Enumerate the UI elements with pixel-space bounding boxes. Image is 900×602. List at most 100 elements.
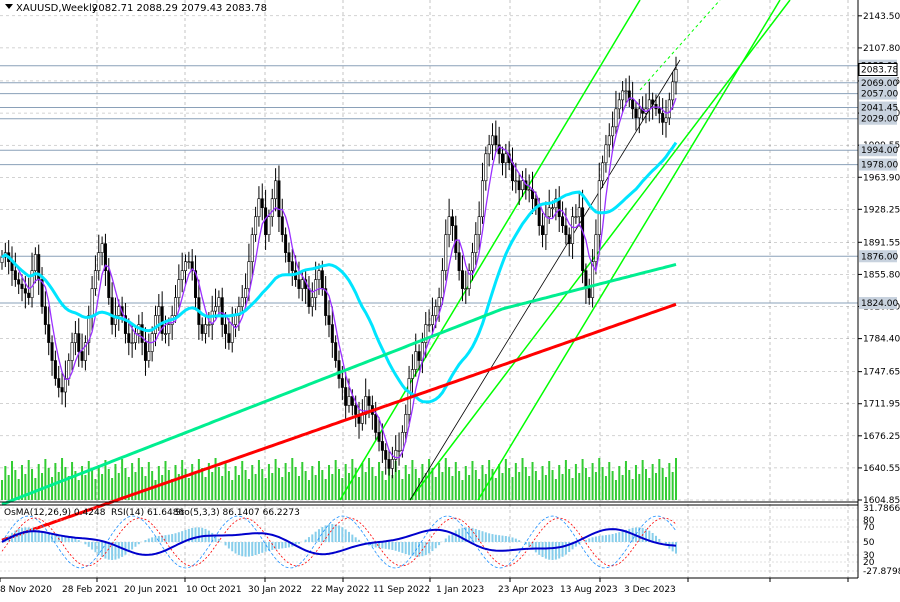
level-label: 2029.00: [861, 115, 898, 125]
volume-bar: [628, 470, 630, 500]
volume-bar: [645, 469, 647, 500]
candle-body: [111, 298, 113, 325]
osma-bar: [351, 535, 353, 542]
volume-bar: [381, 471, 383, 500]
volume-bar: [331, 474, 333, 500]
candle-body: [98, 253, 100, 271]
candle-body: [158, 307, 160, 316]
osma-bar: [535, 542, 537, 552]
candle-body: [154, 316, 156, 334]
candle-body: [308, 289, 310, 307]
volume-bar: [181, 460, 183, 500]
candle-body: [448, 217, 450, 235]
osma-bar: [445, 539, 447, 542]
volume-bar: [305, 471, 307, 500]
osma-bar: [78, 540, 80, 542]
osma-bar: [54, 535, 56, 542]
osma-bar: [421, 542, 423, 556]
time-tick-label: 8 Nov 2020: [0, 585, 52, 595]
osma-bar: [315, 532, 317, 542]
volume-bar: [602, 467, 604, 500]
candle-body: [81, 352, 83, 361]
indicator-tick-label: 70: [863, 523, 875, 533]
volume-bar: [268, 464, 270, 500]
time-tick-label: 23 Apr 2023: [498, 585, 554, 595]
candle-body: [48, 325, 50, 343]
osma-bar: [552, 542, 554, 560]
time-tick-label: 3 Dec 2023: [624, 585, 676, 595]
volume-bar: [411, 460, 413, 500]
level-label: 1824.00: [861, 299, 898, 309]
volume-bar: [385, 480, 387, 500]
osma-bar: [335, 524, 337, 542]
volume-bar: [558, 465, 560, 500]
osma-bar: [608, 535, 610, 542]
level-label: 1978.00: [861, 161, 898, 171]
candle-body: [458, 253, 460, 271]
candle-body: [378, 432, 380, 441]
volume-bar: [94, 479, 96, 500]
volume-bar: [164, 461, 166, 500]
volume-bar: [598, 458, 600, 500]
volume-bar: [111, 478, 113, 500]
candle-body: [501, 154, 503, 163]
volume-bar: [578, 473, 580, 500]
osma-bar: [245, 542, 247, 557]
volume-bar: [221, 476, 223, 500]
candle-body: [455, 226, 457, 253]
osma-bar: [612, 534, 614, 542]
osma-bar: [285, 542, 287, 548]
candle-body: [94, 271, 96, 289]
candle-body: [164, 334, 166, 335]
volume-bar: [108, 469, 110, 500]
volume-bar: [445, 458, 447, 500]
candle-body: [271, 199, 273, 217]
osma-bar: [108, 542, 110, 560]
candle-body: [571, 217, 573, 244]
volume-bar: [241, 461, 243, 500]
volume-bar: [588, 477, 590, 500]
level-label: 2069.00: [861, 79, 898, 89]
candle-body: [71, 343, 73, 361]
osma-bar: [555, 542, 557, 560]
volume-bar: [555, 479, 557, 500]
candle-body: [428, 325, 430, 326]
volume-bar: [98, 465, 100, 500]
osma-bar: [318, 529, 320, 542]
volume-bar: [525, 467, 527, 500]
candle-body: [264, 208, 266, 235]
level-label: 2057.00: [861, 90, 898, 100]
candle-body: [671, 82, 673, 100]
candle-body: [17, 280, 19, 284]
candle-body: [181, 271, 183, 280]
candle-body: [651, 100, 653, 104]
candle-body: [411, 370, 413, 379]
candle-body: [675, 69, 677, 82]
indicator-tick-label: 50: [863, 538, 875, 548]
volume-bar: [655, 473, 657, 500]
osma-bar: [461, 528, 463, 542]
volume-bar: [522, 458, 524, 500]
osma-bar: [401, 542, 403, 553]
candle-body: [551, 208, 553, 209]
volume-bar: [431, 468, 433, 500]
level-label: 1994.00: [861, 146, 898, 156]
volume-bar: [568, 469, 570, 500]
volume-bar: [4, 466, 6, 500]
volume-bar: [528, 476, 530, 500]
candle-body: [405, 414, 407, 432]
candle-body: [268, 217, 270, 235]
volume-bar: [545, 475, 547, 500]
candle-body: [228, 334, 230, 343]
osma-bar: [255, 542, 257, 555]
volume-bar: [34, 478, 36, 500]
volume-bar: [258, 460, 260, 500]
candle-body: [348, 396, 350, 405]
volume-bar: [225, 462, 227, 500]
osma-bar: [385, 542, 387, 549]
volume-bar: [301, 462, 303, 500]
price-tick-label: 1891.55: [863, 238, 900, 248]
candle-body: [618, 100, 620, 109]
osma-bar: [345, 529, 347, 542]
osma-bar: [258, 542, 260, 554]
